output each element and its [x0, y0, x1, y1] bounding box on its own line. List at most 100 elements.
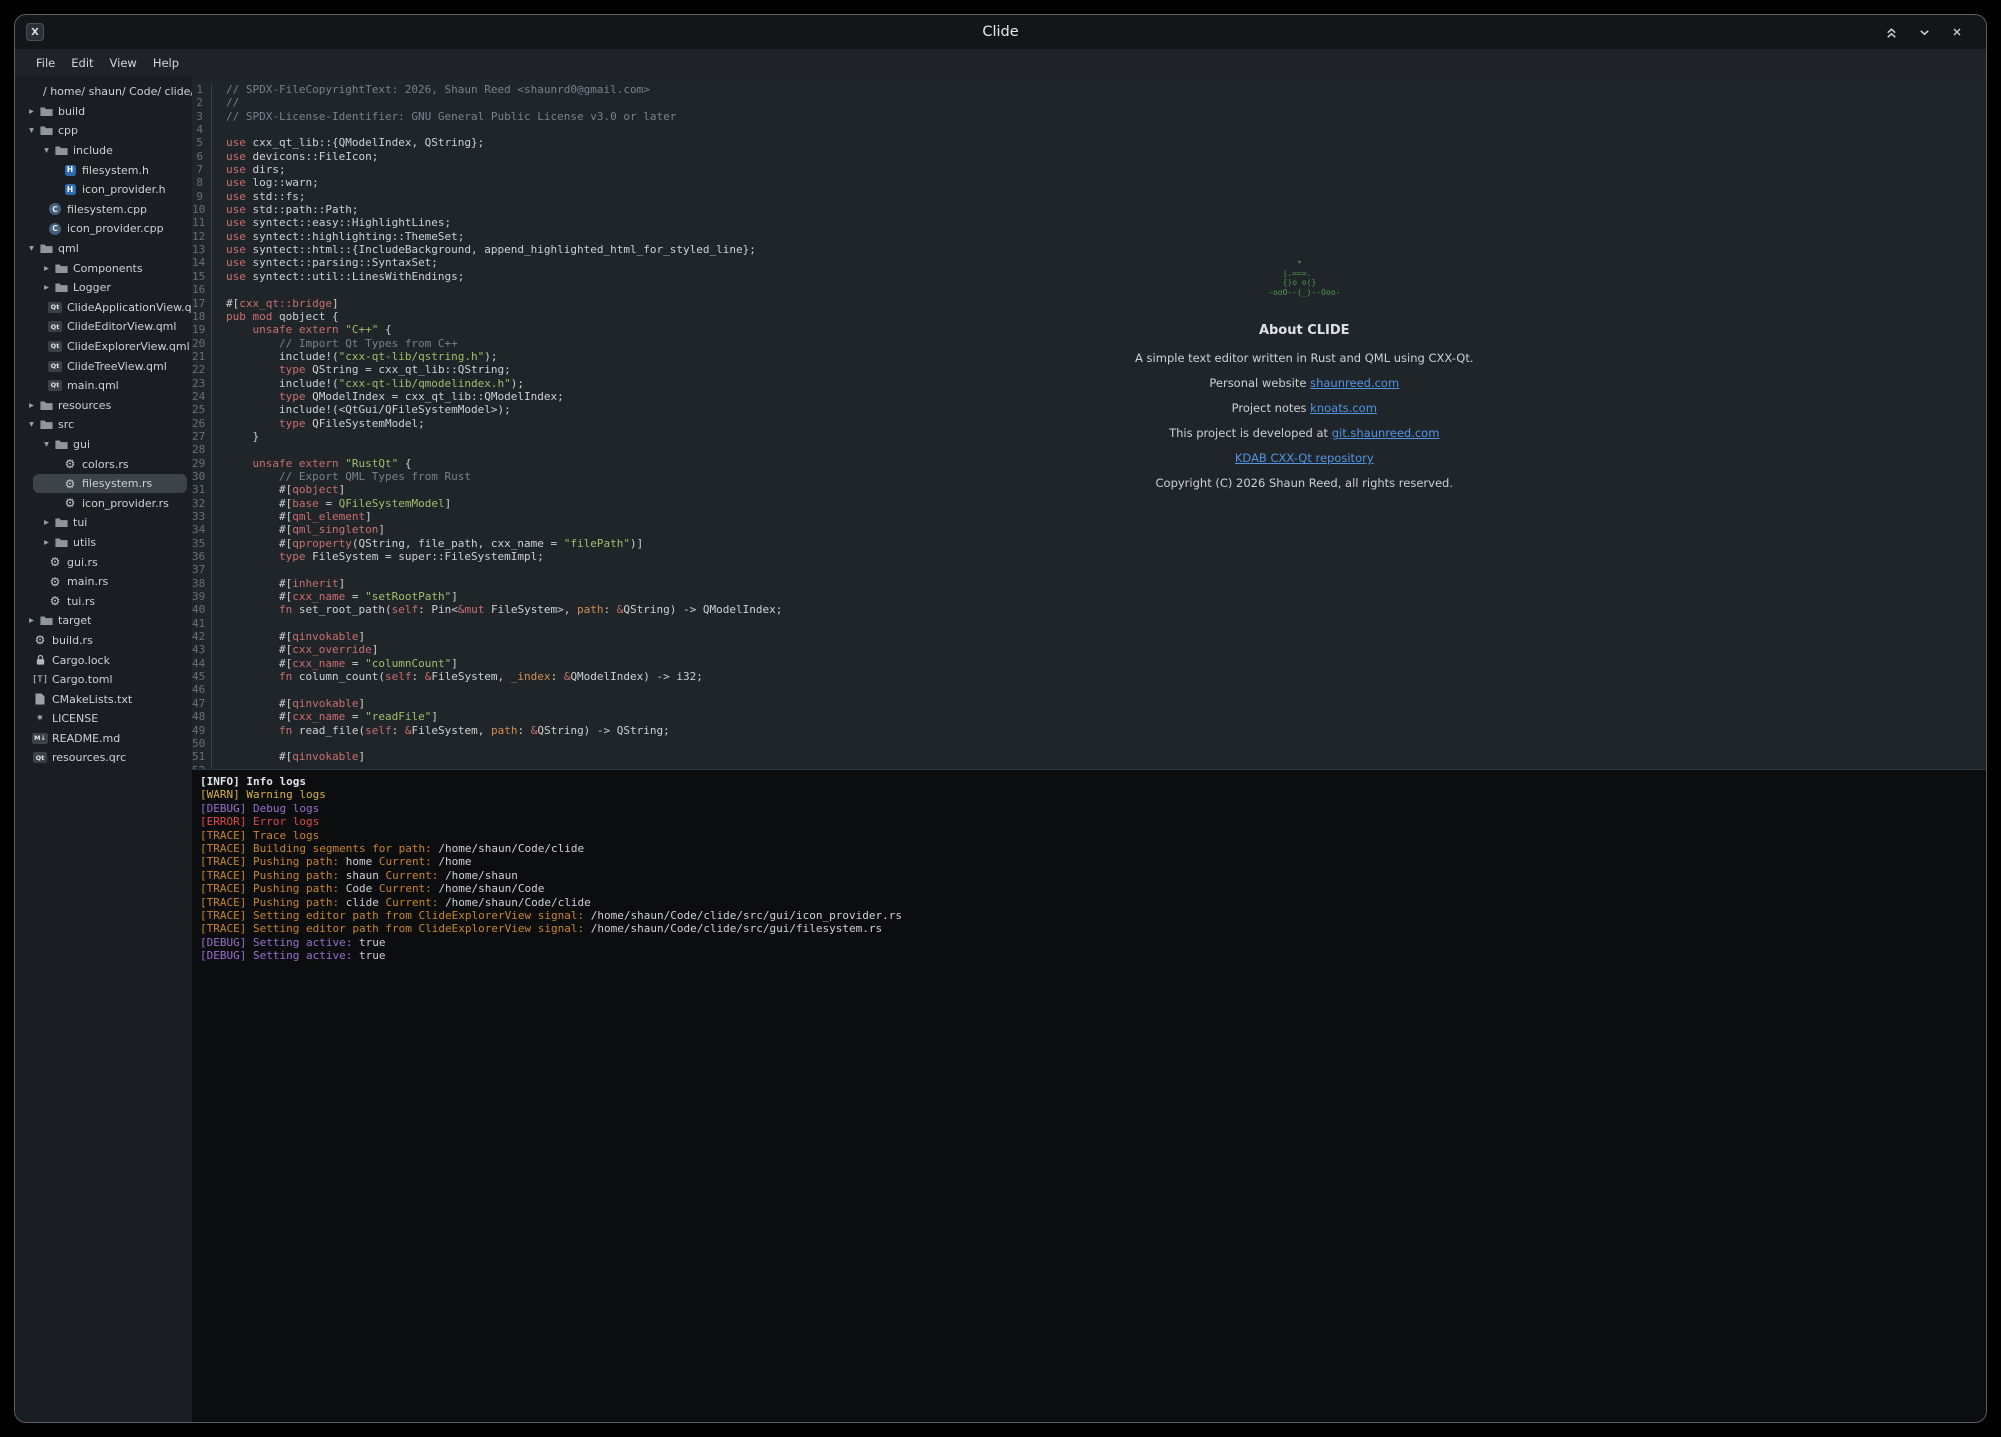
tree-item-gui[interactable]: ▾gui [15, 435, 192, 455]
close-button[interactable] [1950, 25, 1964, 39]
tree-item-qml[interactable]: ▾qml [15, 239, 192, 259]
tree-item-utils[interactable]: ▸utils [15, 533, 192, 553]
chevron-down-icon[interactable]: ▾ [40, 439, 53, 450]
chevron-down-icon[interactable]: ▾ [25, 243, 38, 254]
code-line-text [212, 617, 226, 630]
code-line-text: #[qinvokable] [212, 630, 365, 643]
h-icon: H [62, 165, 78, 176]
file-name: include [73, 144, 113, 157]
tree-item-cpp[interactable]: ▾cpp [15, 121, 192, 141]
tree-root-path[interactable]: / home/ shaun/ Code/ clide/ [15, 82, 192, 102]
file-name: icon_provider.h [82, 183, 166, 196]
line-number: 18 [192, 310, 212, 323]
tree-item-build[interactable]: ▸build [15, 102, 192, 122]
tree-item-logger[interactable]: ▸ Logger [15, 278, 192, 298]
menu-bar: FileEditViewHelp [15, 49, 1986, 76]
tree-item-components[interactable]: ▸Components [15, 258, 192, 278]
file-explorer[interactable]: / home/ shaun/ Code/ clide/ ▸build▾cpp▾i… [15, 76, 192, 1422]
rust-icon: ⚙ [62, 478, 78, 490]
code-line-row: 48 #[cxx_name = "readFile"] [192, 710, 1986, 723]
tree-item-icon-provider-rs[interactable]: ⚙icon_provider.rs [15, 493, 192, 513]
chevron-down-icon[interactable]: ▾ [25, 419, 38, 430]
chevron-right-icon[interactable]: ▸ [40, 282, 53, 293]
line-number: 12 [192, 230, 212, 243]
tree-item-cargo-lock[interactable]: Cargo.lock [15, 650, 192, 670]
link-kdab-cxx-qt-repository[interactable]: KDAB CXX-Qt repository [1235, 451, 1374, 465]
tree-item-gui-rs[interactable]: ⚙gui.rs [15, 552, 192, 572]
code-line-row: 4 [192, 123, 1986, 136]
code-line-text: // Import Qt Types from C++ [212, 337, 458, 350]
tree-item-cargo-toml[interactable]: [T]Cargo.toml [15, 670, 192, 690]
line-number: 16 [192, 283, 212, 296]
tree-item-target[interactable]: ▸target [15, 611, 192, 631]
line-number: 33 [192, 510, 212, 523]
menu-file[interactable]: File [29, 53, 62, 73]
code-line-text: // SPDX-License-Identifier: GNU General … [212, 110, 676, 123]
code-line-row: 49 fn read_file(self: &FileSystem, path:… [192, 724, 1986, 737]
log-line: [TRACE] Pushing path: Code Current: /hom… [200, 882, 1978, 895]
line-number: 9 [192, 190, 212, 203]
tree-item-license[interactable]: ✶LICENSE [15, 709, 192, 729]
link-knoats-com[interactable]: knoats.com [1310, 401, 1377, 415]
tree-item-resources[interactable]: ▸resources [15, 396, 192, 416]
tree-item-filesystem-rs[interactable]: ⚙filesystem.rs [15, 474, 192, 494]
log-line: [ERROR] Error logs [200, 815, 1978, 828]
shade-button[interactable] [1884, 25, 1899, 40]
line-number: 32 [192, 497, 212, 510]
tree-item-readme-md[interactable]: M↓README.md [15, 729, 192, 749]
chevron-right-icon[interactable]: ▸ [25, 106, 38, 117]
window-title: Clide [15, 24, 1986, 40]
code-editor[interactable]: 1// SPDX-FileCopyrightText: 2026, Shaun … [192, 76, 1986, 769]
about-title: About CLIDE [1034, 323, 1574, 338]
tree-item-include[interactable]: ▾ include [15, 141, 192, 161]
tree-item-main-rs[interactable]: ⚙main.rs [15, 572, 192, 592]
chevron-right-icon[interactable]: ▸ [40, 517, 53, 528]
tree-item-filesystem-cpp[interactable]: Cfilesystem.cpp [15, 200, 192, 220]
link-git-shaunreed-com[interactable]: git.shaunreed.com [1332, 426, 1440, 440]
chevron-right-icon[interactable]: ▸ [40, 537, 53, 548]
tree-item-clidetreeview-qml[interactable]: QtClideTreeView.qml [15, 356, 192, 376]
tree-item-tui-rs[interactable]: ⚙tui.rs [15, 591, 192, 611]
chevron-right-icon[interactable]: ▸ [25, 400, 38, 411]
tree-item-build-rs[interactable]: ⚙build.rs [15, 631, 192, 651]
folder-icon [53, 439, 69, 450]
line-number: 1 [192, 83, 212, 96]
tree-item-cmakelists-txt[interactable]: CMakeLists.txt [15, 689, 192, 709]
line-number: 2 [192, 96, 212, 109]
tree-item-clideapplicationview-qml[interactable]: QtClideApplicationView.qml [15, 298, 192, 318]
tree-item-icon-provider-cpp[interactable]: Cicon_provider.cpp [15, 219, 192, 239]
code-line-row: 9use std::fs; [192, 190, 1986, 203]
tree-item-src[interactable]: ▾src [15, 415, 192, 435]
code-line-text: fn read_file(self: &FileSystem, path: &Q… [212, 724, 670, 737]
code-line-row: 46 [192, 683, 1986, 696]
code-line-row: 32 #[base = QFileSystemModel] [192, 497, 1986, 510]
rust-icon: ⚙ [47, 595, 63, 607]
line-number: 13 [192, 243, 212, 256]
title-bar[interactable]: X Clide [15, 15, 1986, 49]
menu-edit[interactable]: Edit [64, 53, 100, 73]
chevron-right-icon[interactable]: ▸ [40, 263, 53, 274]
rust-icon: ⚙ [62, 458, 78, 470]
chevron-right-icon[interactable]: ▸ [25, 615, 38, 626]
tree-item-resources-qrc[interactable]: Qtresources.qrc [15, 748, 192, 768]
tree-item-icon-provider-h[interactable]: Hicon_provider.h [15, 180, 192, 200]
tree-item-filesystem-h[interactable]: Hfilesystem.h [15, 160, 192, 180]
chevron-down-icon[interactable]: ▾ [25, 125, 38, 136]
minimize-button[interactable] [1917, 25, 1932, 40]
chevron-down-icon[interactable]: ▾ [40, 145, 53, 156]
tree-item-colors-rs[interactable]: ⚙colors.rs [15, 454, 192, 474]
link-shaunreed-com[interactable]: shaunreed.com [1310, 376, 1399, 390]
file-name: Logger [73, 281, 111, 294]
tree-item-clideeditorview-qml[interactable]: QtClideEditorView.qml [15, 317, 192, 337]
line-number: 28 [192, 443, 212, 456]
tree-item-clideexplorerview-qml[interactable]: QtClideExplorerView.qml [15, 337, 192, 357]
tree-item-tui[interactable]: ▸tui [15, 513, 192, 533]
tree-item-main-qml[interactable]: Qtmain.qml [15, 376, 192, 396]
file-name: icon_provider.rs [82, 497, 169, 510]
menu-view[interactable]: View [103, 53, 144, 73]
line-number: 27 [192, 430, 212, 443]
log-console[interactable]: [INFO] Info logs[WARN] Warning logs[DEBU… [192, 769, 1986, 1422]
menu-help[interactable]: Help [146, 53, 186, 73]
line-number: 11 [192, 216, 212, 229]
code-line-text: use std::path::Path; [212, 203, 358, 216]
